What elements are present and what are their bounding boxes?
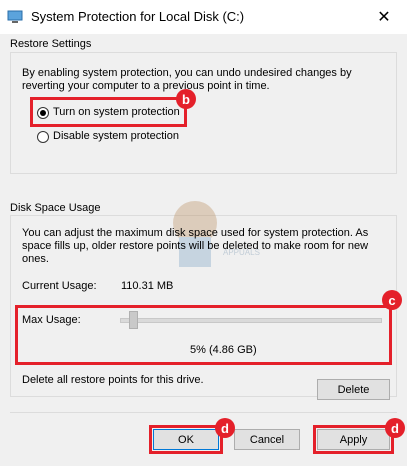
title-bar: System Protection for Local Disk (C:) ✕ bbox=[0, 0, 407, 34]
current-usage-label: Current Usage: bbox=[22, 280, 97, 292]
restore-description-line1: By enabling system protection, you can u… bbox=[22, 67, 352, 79]
disk-space-label: Disk Space Usage bbox=[10, 202, 101, 215]
annotation-badge-c: c bbox=[382, 290, 402, 310]
window-title: System Protection for Local Disk (C:) bbox=[31, 9, 245, 24]
disk-description-line1: You can adjust the maximum disk space us… bbox=[22, 227, 369, 239]
close-button[interactable]: ✕ bbox=[361, 0, 407, 34]
delete-all-text: Delete all restore points for this drive… bbox=[22, 374, 204, 386]
annotation-badge-b: b bbox=[176, 89, 196, 109]
restore-description-line2: reverting your computer to a previous po… bbox=[22, 80, 270, 92]
highlight-box-c bbox=[15, 305, 392, 365]
highlight-box-apply bbox=[313, 425, 394, 454]
computer-icon bbox=[7, 10, 23, 23]
highlight-box-ok bbox=[149, 425, 223, 454]
disable-protection-radio[interactable] bbox=[37, 131, 49, 143]
disk-description-line2: space fills up, older restore points wil… bbox=[22, 240, 369, 252]
disk-description-line3: ones. bbox=[22, 253, 49, 265]
close-icon: ✕ bbox=[377, 9, 391, 26]
annotation-badge-d-ok: d bbox=[215, 418, 235, 438]
current-usage-value: 110.31 MB bbox=[121, 280, 174, 292]
cancel-button[interactable]: Cancel bbox=[234, 429, 300, 450]
delete-button[interactable]: Delete bbox=[317, 379, 390, 400]
restore-settings-label: Restore Settings bbox=[10, 38, 92, 51]
annotation-badge-d-apply: d bbox=[385, 418, 405, 438]
disable-protection-label[interactable]: Disable system protection bbox=[53, 130, 179, 143]
highlight-box-b bbox=[30, 97, 187, 127]
footer-divider bbox=[10, 412, 397, 413]
